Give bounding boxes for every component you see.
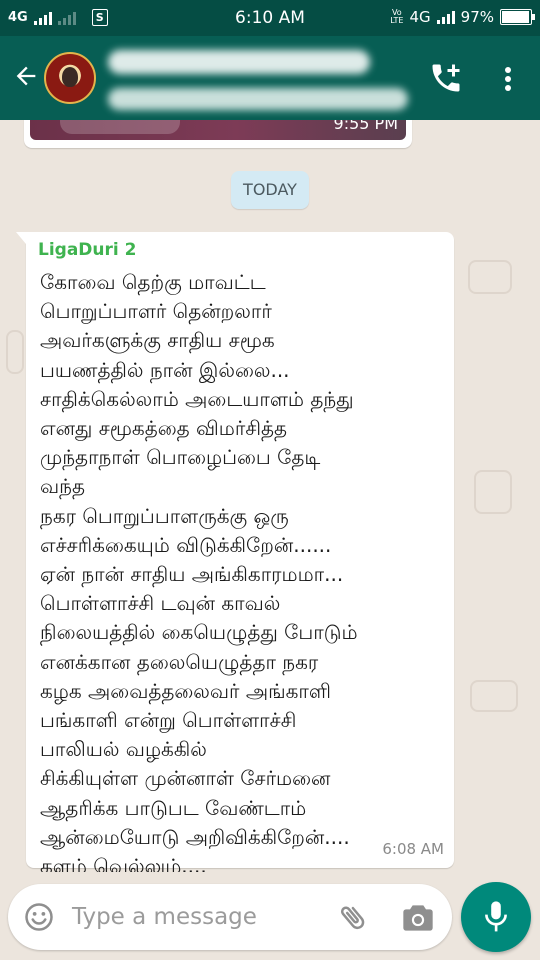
previous-message-time: 9:55 PM (333, 120, 398, 133)
sender-name[interactable]: LigaDuri 2 (38, 240, 136, 260)
chat-area[interactable]: 9:55 PM TODAY LigaDuri 2 கோவை தெற்கு மாவ… (0, 120, 540, 872)
message-line: ஏன் நான் சாதிய அங்கிகாரமமா... (40, 562, 344, 587)
message-line: வந்த (40, 474, 85, 499)
message-line: எச்சரிக்கையும் விடுக்கிறேன்...... (40, 532, 332, 557)
message-line: பொறுப்பாளர் தென்றலார் (40, 299, 272, 324)
message-input-placeholder[interactable]: Type a message (72, 904, 257, 930)
emoji-icon[interactable] (24, 902, 54, 932)
message-line: பயணத்தில் நான் இல்லை... (40, 357, 290, 382)
group-avatar[interactable] (44, 52, 96, 104)
wallpaper-doodle (6, 330, 24, 374)
battery-percent: 97% (460, 8, 494, 26)
mic-button[interactable] (461, 882, 531, 952)
status-bar: 4G S 6:10 AM Vo LTE 4G 97% (0, 0, 540, 36)
message-line: நகர பொறுப்பாளருக்கு ஒரு (40, 503, 289, 528)
paperclip-icon[interactable] (338, 902, 368, 932)
message-line: சாதிக்கெல்லாம் அடையாளம் தந்து (40, 386, 354, 411)
previous-media-message[interactable]: 9:55 PM (24, 120, 412, 148)
message-line: எனது சமூகத்தை விமர்சித்த (40, 416, 288, 441)
message-line: பங்காளி என்று பொள்ளாச்சி (40, 708, 297, 733)
signal-strength-icon (436, 10, 455, 24)
message-bubble[interactable]: LigaDuri 2 கோவை தெற்கு மாவட்ட பொறுப்பாளர்… (16, 232, 454, 872)
message-composer[interactable]: Type a message (8, 884, 452, 950)
message-line: பாலியல் வழக்கில் (40, 737, 207, 762)
more-vert-icon[interactable] (496, 64, 520, 94)
redacted-contact-name[interactable] (108, 50, 370, 74)
message-time: 6:08 AM (382, 840, 444, 858)
volte-indicator: Vo LTE (390, 8, 404, 25)
battery-icon (500, 9, 535, 25)
message-line: கோவை தெற்கு மாவட்ட (40, 270, 266, 294)
message-line: பொள்ளாச்சி டவுன் காவல் (40, 591, 281, 616)
message-line: அவர்களுக்கு சாதிய சமூக (40, 328, 275, 353)
add-call-icon[interactable] (428, 60, 464, 96)
wallpaper-doodle (470, 680, 518, 712)
date-chip: TODAY (231, 171, 309, 209)
network-type-right: 4G (409, 8, 431, 26)
message-line: ஆதரிக்க பாடுபட வேண்டாம் (40, 795, 307, 820)
message-text: கோவை தெற்கு மாவட்ட பொறுப்பாளர் தென்றலார் அ… (40, 268, 450, 872)
camera-icon[interactable] (402, 904, 434, 932)
message-line: நிலையத்தில் கையெழுத்து போடும் (40, 620, 358, 645)
wallpaper-doodle (468, 260, 512, 294)
message-line: கழக அவைத்தலைவர் அங்காளி (40, 678, 331, 703)
arrow-left-icon[interactable] (12, 62, 40, 90)
wallpaper-doodle (474, 470, 512, 514)
message-line: எனக்கான தலையெழுத்தா நகர (40, 649, 319, 674)
chat-header (0, 36, 540, 120)
message-line: முந்தாநாள் பொழைப்பை தேடி (40, 445, 321, 470)
mic-icon (485, 901, 507, 932)
redacted-contact-subtitle (108, 88, 408, 110)
status-right: Vo LTE 4G 97% (390, 8, 535, 26)
message-line: சிக்கியுள்ள முன்னாள் சேர்மனை (40, 766, 331, 791)
